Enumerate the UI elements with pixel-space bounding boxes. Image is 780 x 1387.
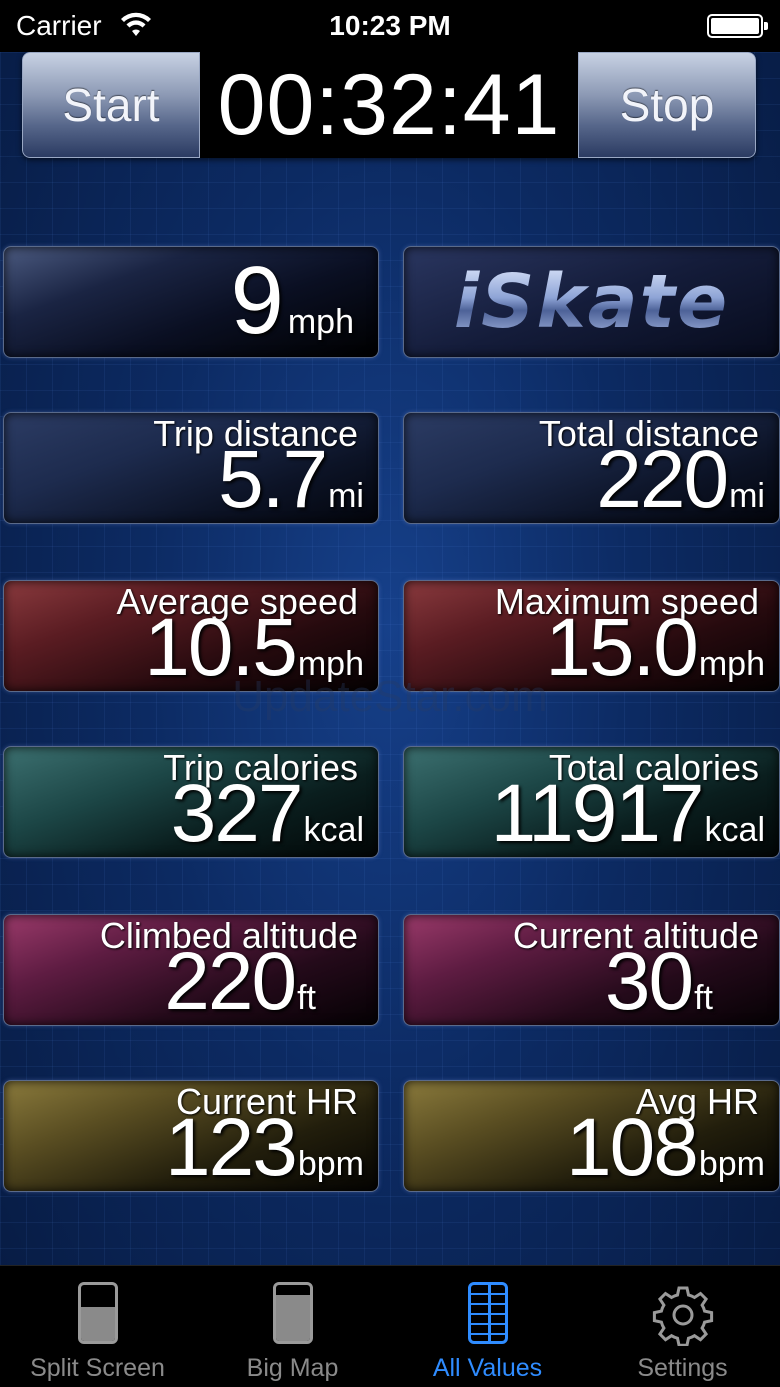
avg-hr-unit: bpm [698,1145,765,1183]
total-calories-value: 11917 [490,768,705,858]
total-calories-unit: kcal [704,811,765,849]
tab-big-map[interactable]: Big Map [195,1266,390,1387]
status-time: 10:23 PM [329,10,451,41]
avg-hr-tile[interactable]: Avg HR 108bpm [403,1080,780,1192]
climbed-altitude-tile[interactable]: Climbed altitude 220ft [3,914,379,1026]
tab-split-screen[interactable]: Split Screen [0,1266,195,1387]
current-speed-tile[interactable]: 9 mph [3,246,379,358]
current-altitude-unit: ft [694,979,713,1017]
trip-calories-value: 327 [170,768,304,858]
gear-icon [652,1286,713,1346]
current-speed-unit: mph [287,303,354,341]
trip-calories-unit: kcal [303,811,364,849]
tab-settings-label: Settings [637,1354,728,1382]
current-speed-number: 9 [230,247,283,354]
big-map-icon [272,1282,313,1344]
current-hr-value: 123 [165,1102,298,1192]
trip-distance-tile[interactable]: Trip distance 5.7mi [3,412,379,524]
stop-button[interactable]: Stop [578,52,756,158]
tab-bar: Split Screen Big Map All Values Settings [0,1265,780,1387]
timer-bar: Start 00:32:41 Stop [22,52,756,158]
current-speed-value: 9 mph [230,253,354,349]
trip-distance-unit: mi [328,477,364,515]
total-distance-unit: mi [729,477,765,515]
split-screen-icon [77,1282,118,1344]
tab-split-screen-label: Split Screen [30,1354,165,1382]
tab-settings[interactable]: Settings [585,1266,780,1387]
total-distance-tile[interactable]: Total distance 220mi [403,412,780,524]
watermark-text: UpdateStar.com [232,672,548,721]
climbed-altitude-value: 220 [164,936,297,1026]
status-bar: Carrier 10:23 PM [0,0,780,52]
tab-all-values[interactable]: All Values [390,1266,585,1387]
current-altitude-value: 30 [604,936,694,1026]
current-altitude-tile[interactable]: Current altitude 30ft [403,914,780,1026]
climbed-altitude-unit: ft [297,979,316,1017]
trip-distance-value: 5.7 [218,434,328,524]
tab-all-values-label: All Values [432,1354,543,1382]
battery-icon [707,14,768,38]
iskate-logo: iSkate [453,259,730,345]
tab-big-map-label: Big Map [246,1354,339,1382]
avg-hr-value: 108 [566,1102,699,1192]
elapsed-time-display: 00:32:41 [200,52,578,158]
iskate-logo-tile: iSkate [403,246,780,358]
total-calories-tile[interactable]: Total calories 11917kcal [403,746,780,858]
current-hr-tile[interactable]: Current HR 123bpm [3,1080,379,1192]
current-hr-unit: bpm [297,1145,364,1183]
all-values-icon [467,1282,508,1344]
start-button[interactable]: Start [22,52,200,158]
total-distance-value: 220 [596,434,729,524]
trip-calories-tile[interactable]: Trip calories 327kcal [3,746,379,858]
